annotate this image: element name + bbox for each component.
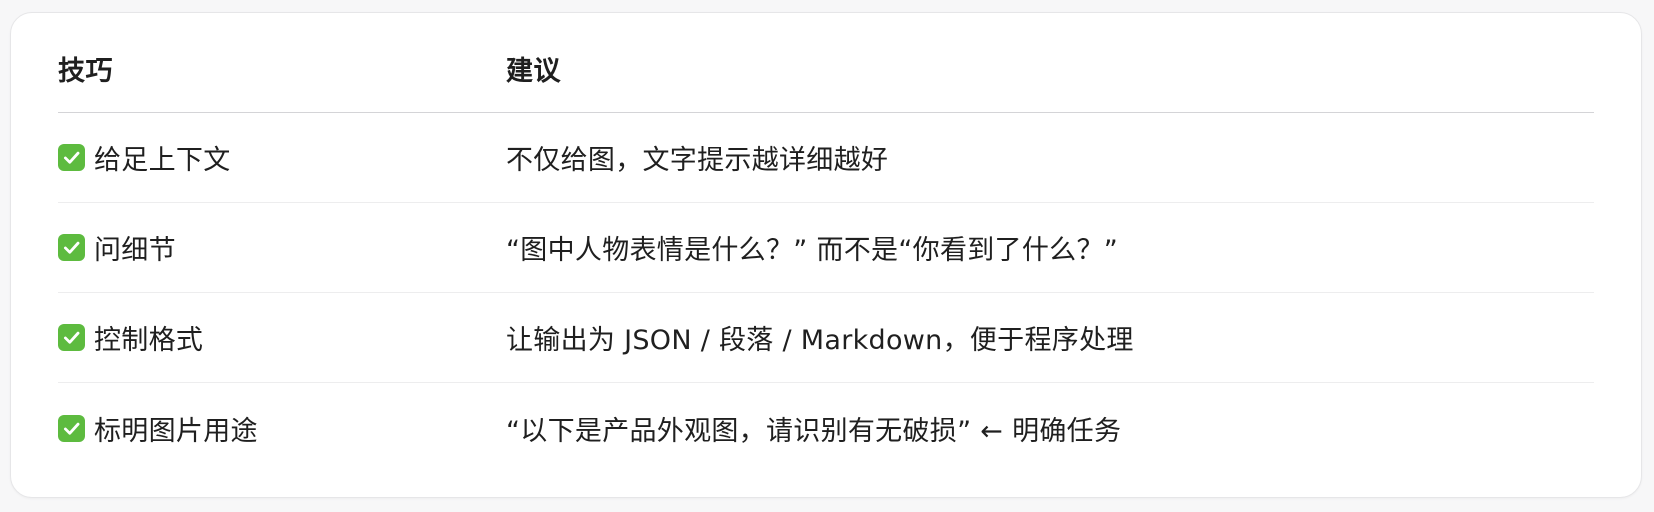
advice-cell: “图中人物表情是什么？” 而不是“你看到了什么？”: [506, 228, 1594, 267]
check-mark-icon: [58, 144, 85, 171]
tip-label: 标明图片用途: [94, 415, 258, 447]
header-cell-tip: 技巧: [58, 49, 506, 88]
advice-text: “以下是产品外观图，请识别有无破损” ← 明确任务: [506, 415, 1122, 447]
check-mark-icon: [58, 234, 85, 261]
header-label-advice: 建议: [506, 56, 561, 87]
tips-table: 技巧 建议 给足上下文 不仅给图，文字提示越详细越好 问细节 “图中人物表情是什…: [58, 13, 1594, 473]
tip-cell: 给足上下文: [58, 138, 506, 177]
advice-text: “图中人物表情是什么？” 而不是“你看到了什么？”: [506, 235, 1119, 266]
header-label-tip: 技巧: [58, 56, 113, 87]
advice-cell: 不仅给图，文字提示越详细越好: [506, 138, 1594, 177]
advice-cell: “以下是产品外观图，请识别有无破损” ← 明确任务: [506, 409, 1594, 448]
table-row: 给足上下文 不仅给图，文字提示越详细越好: [58, 113, 1594, 203]
table-header-row: 技巧 建议: [58, 13, 1594, 113]
tips-card: 技巧 建议 给足上下文 不仅给图，文字提示越详细越好 问细节 “图中人物表情是什…: [10, 12, 1642, 498]
tip-cell: 控制格式: [58, 318, 506, 357]
tip-cell: 标明图片用途: [58, 409, 506, 448]
tip-label: 问细节: [94, 235, 176, 266]
table-row: 控制格式 让输出为 JSON / 段落 / Markdown，便于程序处理: [58, 293, 1594, 383]
check-mark-icon: [58, 324, 85, 351]
table-row: 问细节 “图中人物表情是什么？” 而不是“你看到了什么？”: [58, 203, 1594, 293]
advice-text: 让输出为 JSON / 段落 / Markdown，便于程序处理: [506, 325, 1134, 356]
advice-cell: 让输出为 JSON / 段落 / Markdown，便于程序处理: [506, 318, 1594, 357]
check-mark-icon: [58, 414, 85, 442]
tip-cell: 问细节: [58, 228, 506, 267]
table-row: 标明图片用途 “以下是产品外观图，请识别有无破损” ← 明确任务: [58, 383, 1594, 473]
advice-text: 不仅给图，文字提示越详细越好: [506, 145, 889, 176]
header-cell-advice: 建议: [506, 49, 1594, 88]
tip-label: 控制格式: [94, 325, 204, 356]
tip-label: 给足上下文: [94, 145, 231, 176]
